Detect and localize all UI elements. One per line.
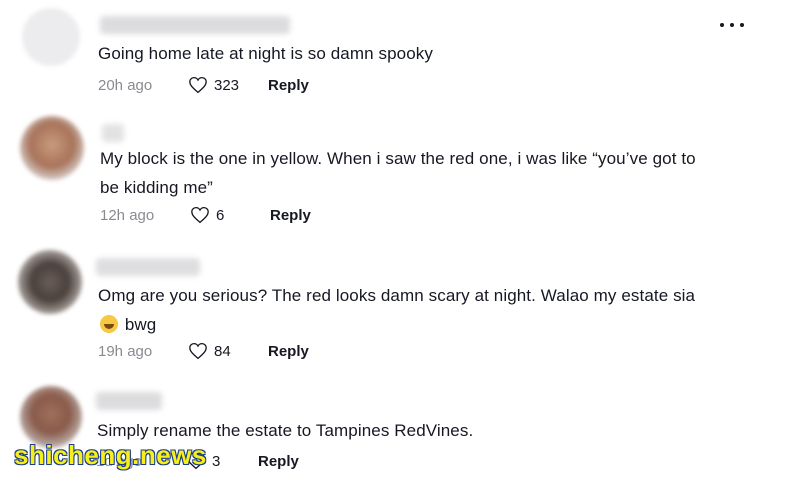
avatar[interactable] <box>18 250 82 314</box>
avatar[interactable] <box>22 8 80 66</box>
comment-text: My block is the one in yellow. When i sa… <box>100 149 696 197</box>
comment-text-part: Omg are you serious? The red looks damn … <box>98 286 696 305</box>
heart-outline-icon[interactable] <box>190 206 210 224</box>
comment-text: Omg are you serious? The red looks damn … <box>98 281 718 339</box>
comment-meta: 20h ago 323 Reply <box>98 74 309 96</box>
heart-outline-icon[interactable] <box>188 342 208 360</box>
laughing-emoji-icon <box>100 315 118 333</box>
reply-button[interactable]: Reply <box>270 207 311 224</box>
comment-meta: 12h ago 6 Reply <box>100 204 311 226</box>
username-blurred[interactable] <box>96 258 200 276</box>
username-blurred[interactable] <box>96 392 162 410</box>
like-count: 6 <box>216 206 225 224</box>
more-options-icon[interactable] <box>720 20 744 30</box>
like-count: 84 <box>214 342 231 360</box>
like-count: 323 <box>214 76 240 94</box>
reply-button[interactable]: Reply <box>268 343 309 360</box>
reply-button[interactable]: Reply <box>258 453 299 470</box>
watermark: shicheng.news <box>14 440 207 470</box>
comment-text-part: bwg <box>124 315 157 334</box>
comment-time: 12h ago <box>100 206 155 224</box>
comment-meta: 19h ago 84 Reply <box>98 340 309 362</box>
username-blurred[interactable] <box>100 16 290 34</box>
avatar[interactable] <box>20 116 84 180</box>
heart-outline-icon[interactable] <box>188 76 208 94</box>
reply-button[interactable]: Reply <box>268 77 309 94</box>
comment-time: 19h ago <box>98 342 153 360</box>
comment-time: 20h ago <box>98 76 153 94</box>
avatar[interactable] <box>20 386 82 448</box>
like-count: 3 <box>212 452 221 470</box>
username-blurred[interactable] <box>102 124 124 142</box>
comment-text: Going home late at night is so damn spoo… <box>98 44 433 63</box>
